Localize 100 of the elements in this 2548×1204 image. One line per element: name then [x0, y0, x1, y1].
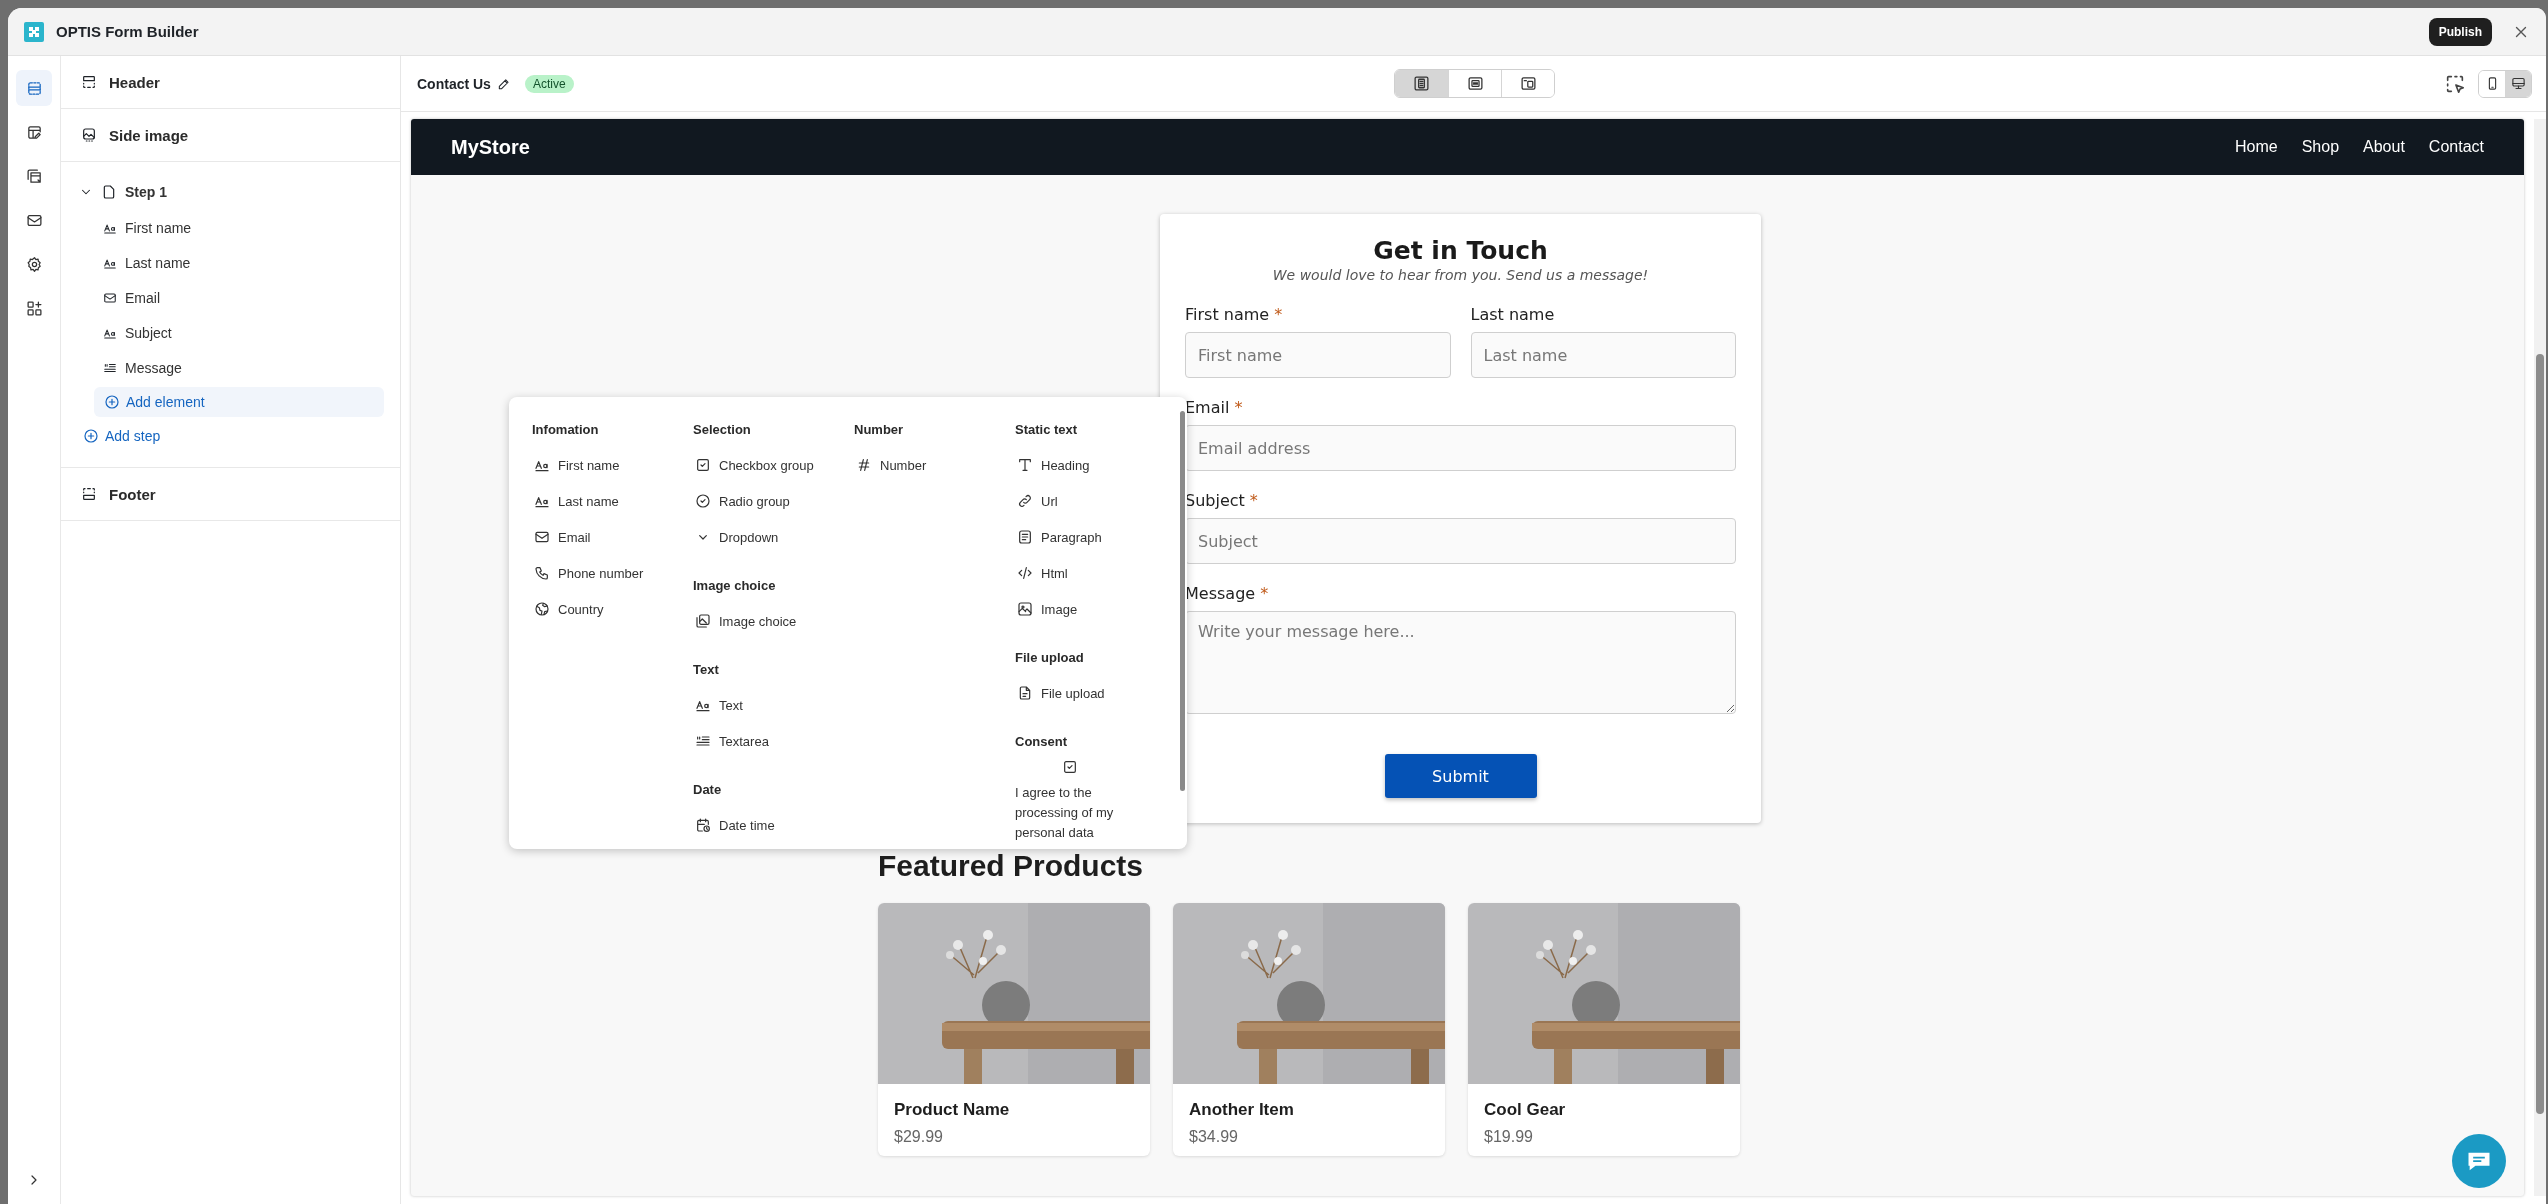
mail-icon: [534, 529, 550, 545]
scrollbar[interactable]: [2536, 354, 2544, 1114]
check-circle-icon: [695, 493, 711, 509]
image-icon: [1017, 601, 1033, 617]
publish-button[interactable]: Publish: [2428, 17, 2492, 46]
menu-item[interactable]: First name: [532, 447, 693, 483]
menu-item[interactable]: Checkbox group: [693, 447, 854, 483]
link-icon: [1017, 493, 1033, 509]
product-card[interactable]: Cool Gear $19.99: [1468, 903, 1740, 1156]
menu-item[interactable]: Image choice: [693, 603, 854, 639]
mail-icon: [103, 290, 117, 305]
layout-boxed-icon: [1466, 75, 1484, 92]
hash-icon: [856, 457, 872, 473]
image-icon: [81, 127, 97, 143]
menu-item[interactable]: File upload: [1015, 675, 1176, 711]
input-field[interactable]: Subject: [1185, 518, 1736, 564]
field-label: Subject: [1185, 491, 1245, 510]
sidebar-item[interactable]: Last name: [61, 245, 400, 280]
menu-item[interactable]: Html: [1015, 555, 1176, 591]
menu-item[interactable]: Phone number: [532, 555, 693, 591]
field-label: Last name: [1470, 305, 1555, 324]
app-logo: [24, 21, 44, 42]
menu-item[interactable]: I agree to the processing of my personal data: [1015, 759, 1125, 843]
chat-button[interactable]: [2452, 1134, 2506, 1188]
monitor-icon: [2511, 76, 2526, 91]
menu-item[interactable]: Textarea: [693, 723, 854, 759]
sidebar-item[interactable]: Message: [61, 350, 400, 385]
menu-item[interactable]: Text: [693, 687, 854, 723]
apps-add-icon: [25, 299, 43, 317]
window-edit-icon: [25, 123, 43, 141]
input-field[interactable]: Last name: [1470, 332, 1736, 378]
layout-full-icon: [1413, 75, 1430, 92]
nav-link[interactable]: Shop: [2301, 138, 2340, 156]
menu-item[interactable]: Dropdown: [693, 519, 854, 555]
add-element-button[interactable]: Add element: [94, 387, 384, 417]
input-field[interactable]: First name: [1185, 332, 1451, 378]
calendar-clock-icon: [695, 817, 711, 833]
sidebar-item[interactable]: First name: [61, 210, 400, 245]
menu-item[interactable]: Image: [1015, 591, 1176, 627]
field-label: Message: [1185, 584, 1256, 603]
product-card[interactable]: Another Item $34.99: [1173, 903, 1445, 1156]
section-row[interactable]: Footer: [61, 468, 400, 521]
window-title: OPTIS Form Builder: [56, 23, 200, 40]
menu-item[interactable]: Heading: [1015, 447, 1176, 483]
images-icon: [695, 613, 711, 629]
section-label: Side image: [109, 126, 189, 144]
menu-item[interactable]: Radio group: [693, 483, 854, 519]
sidebar-item[interactable]: Subject: [61, 315, 400, 350]
section-row[interactable]: Side image: [61, 109, 400, 162]
group-heading: Consent: [1015, 732, 1068, 751]
add-step-button[interactable]: Add step: [61, 419, 400, 468]
layout-rows-icon: [25, 79, 43, 97]
section-label: Header: [109, 73, 160, 91]
product-name: Product Name: [894, 1100, 1011, 1120]
section-label: Footer: [109, 485, 156, 503]
menu-item[interactable]: Country: [532, 591, 693, 627]
menu-item[interactable]: Date time: [693, 807, 854, 843]
message-field[interactable]: Write your message here...: [1185, 611, 1736, 714]
section-row[interactable]: Header: [61, 56, 400, 109]
group-heading: Infomation: [532, 420, 600, 439]
nav-link[interactable]: Contact: [2428, 138, 2484, 156]
menu-item[interactable]: Url: [1015, 483, 1176, 519]
windows-icon: [25, 167, 43, 185]
globe-icon: [534, 601, 550, 617]
layout-toggle[interactable]: [1501, 70, 1554, 97]
text-lines-icon: [695, 733, 711, 749]
nav-link[interactable]: Home: [2235, 138, 2278, 156]
step-label: Step 1: [125, 184, 167, 200]
menu-item[interactable]: Last name: [532, 483, 693, 519]
group-heading: Image choice: [693, 576, 777, 595]
layout-bottom-icon: [81, 486, 97, 502]
field-label: First name: [1185, 305, 1270, 324]
required-mark: *: [1274, 305, 1283, 324]
file-icon: [101, 184, 117, 200]
sidebar-item[interactable]: Email: [61, 280, 400, 315]
product-name: Another Item: [1189, 1100, 1295, 1120]
phone-icon: [534, 565, 550, 581]
store-brand: MyStore: [451, 135, 531, 159]
group-heading: Number: [854, 420, 905, 439]
layout-toggle[interactable]: [1395, 70, 1448, 97]
add-icon: [104, 394, 120, 410]
document-lines-icon: [1017, 529, 1033, 545]
submit-button[interactable]: Submit: [1384, 754, 1537, 798]
input-field[interactable]: Email address: [1185, 425, 1736, 471]
menu-item[interactable]: Paragraph: [1015, 519, 1176, 555]
device-toggle[interactable]: [2505, 70, 2531, 97]
menu-item[interactable]: Number: [854, 447, 1015, 483]
group-heading: Date: [693, 780, 723, 799]
required-mark: *: [1234, 398, 1243, 417]
product-card[interactable]: Product Name $29.99: [878, 903, 1150, 1156]
checkbox-icon: [695, 457, 711, 473]
scrollbar[interactable]: [1180, 411, 1185, 791]
step-row[interactable]: Step 1: [61, 174, 400, 210]
nav-link[interactable]: About: [2363, 138, 2405, 156]
gear-icon: [25, 255, 43, 273]
form-title: Get in Touch: [1372, 236, 1549, 265]
menu-item[interactable]: Email: [532, 519, 693, 555]
section-heading: Featured Products: [878, 849, 1145, 883]
code-icon: [1017, 565, 1033, 581]
required-mark: *: [1249, 491, 1258, 510]
